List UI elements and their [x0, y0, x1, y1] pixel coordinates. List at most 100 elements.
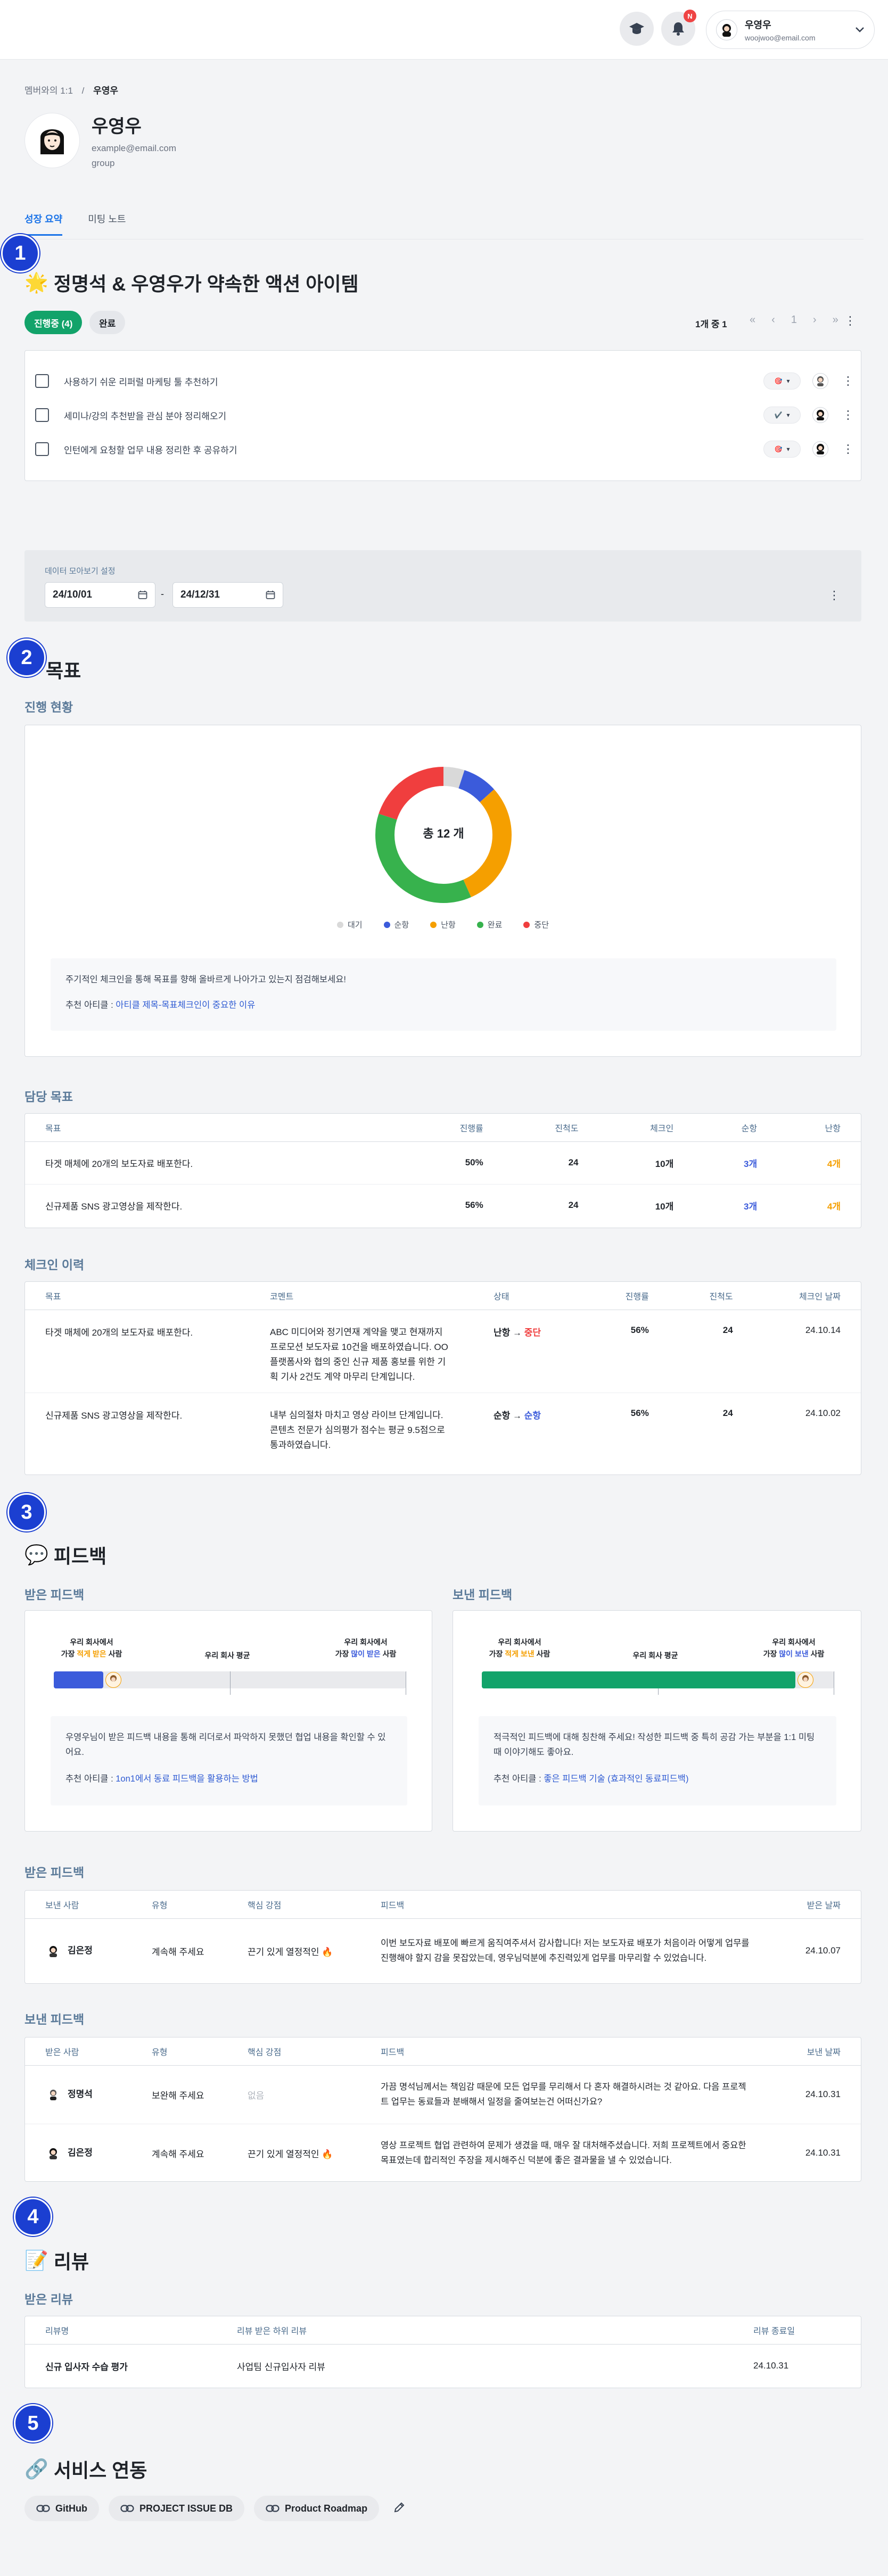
rough-cell: 4개 [827, 1201, 841, 1212]
received-rec-link[interactable]: 1on1에서 동료 피드백을 활용하는 방법 [116, 1774, 258, 1784]
tab-growth-summary[interactable]: 성장 요약 [24, 212, 63, 236]
legend-item: 순항 [383, 919, 409, 930]
action-item-more-menu[interactable]: ⋮ [842, 442, 854, 456]
average-marker [230, 1671, 231, 1695]
avatar-icon [110, 1675, 117, 1682]
col-sent-date: 보낸 날짜 [770, 2037, 861, 2066]
smooth-cell: 3개 [694, 1141, 778, 1185]
legend-label: 대기 [347, 921, 363, 930]
service-project-issue-db[interactable]: PROJECT ISSUE DB [109, 2496, 245, 2521]
table-row[interactable]: 신규제품 SNS 광고영상을 제작한다. 56% 24 10개 3개 4개 [25, 1184, 861, 1227]
strength-cell: 없음 [227, 2065, 360, 2124]
sent-max-suffix: 사람 [808, 1650, 825, 1659]
filter-in-progress-chip[interactable]: 진행중 (4) [24, 311, 83, 334]
pagination-page[interactable]: 1 [791, 314, 797, 326]
table-row[interactable]: 신규제품 SNS 광고영상을 제작한다. 내부 심의절차 마치고 영상 라이브 … [25, 1393, 861, 1476]
score-cell: 24 [568, 1200, 579, 1211]
date-cell: 24.10.31 [805, 2148, 841, 2158]
table-row[interactable]: 정명석 보완해 주세요 없음 가끔 명석님께서는 책임감 때문에 모든 업무를 … [25, 2065, 861, 2124]
action-item-more-menu[interactable]: ⋮ [842, 374, 854, 388]
action-item-checkbox[interactable] [35, 442, 49, 456]
col-review-name: 리뷰명 [25, 2316, 217, 2345]
action-item-checkbox[interactable] [35, 374, 49, 388]
checkins-cell: 10개 [598, 1141, 694, 1185]
avatar-icon [40, 129, 64, 154]
assigned-goals-table: 목표 진행률 진척도 체크인 순항 난항 타겟 매체에 20개의 보도자료 배포… [25, 1114, 861, 1227]
edit-services-button[interactable] [393, 2501, 406, 2516]
col-sub-review: 리뷰 받은 하위 리뷰 [217, 2316, 733, 2345]
avatar-icon [50, 1945, 57, 1957]
user-menu[interactable]: 우영우 woojwoo@email.com [706, 11, 875, 49]
received-min-suffix: 사람 [106, 1650, 122, 1659]
review-table-card: 리뷰명 리뷰 받은 하위 리뷰 리뷰 종료일 신규 입사자 수습 평가 사업팀 … [24, 2316, 861, 2388]
breadcrumb-separator: / [81, 86, 85, 96]
sent-min-prefix: 가장 [489, 1650, 505, 1659]
services-heading: 서비스 연동 [53, 2459, 147, 2481]
chevron-down-icon: ▾ [786, 377, 790, 385]
pagination-next-button[interactable]: › [813, 314, 817, 326]
section-number-badge: 5 [14, 2404, 52, 2442]
legend-item: 대기 [336, 919, 363, 930]
tab-meeting-notes[interactable]: 미팅 노트 [88, 212, 126, 236]
sent-rec-link[interactable]: 좋은 피드백 기술 (효과적인 동료피드백) [544, 1774, 688, 1784]
pagination-last-button[interactable]: » [833, 314, 838, 326]
calendar-icon [266, 591, 275, 599]
legend-label: 난항 [441, 921, 456, 930]
legend-item: 완료 [476, 919, 502, 930]
pagination-first-button[interactable]: « [750, 314, 755, 326]
assignee-avatar[interactable] [812, 407, 828, 423]
table-row[interactable]: 김은정 계속해 주세요 끈기 있게 열정적인 🔥 영상 프로젝트 협업 관련하여… [25, 2124, 861, 2182]
received-tip-text: 우영우님이 받은 피드백 내용을 통해 리더로서 파악하지 못했던 협업 내용을… [65, 1733, 386, 1758]
feedback-cell: 이번 보도자료 배포에 빠르게 움직여주셔서 감사합니다! 저는 보도자료 배포… [381, 1939, 750, 1964]
received-review-title: 받은 리뷰 [24, 2292, 73, 2306]
section-number-badge: 2 [7, 639, 46, 677]
sent-tip-text: 적극적인 피드백에 대해 칭찬해 주세요! 작성한 피드백 중 특히 공감 가는… [494, 1733, 815, 1758]
action-status-select[interactable]: 🎯 ▾ [763, 372, 801, 390]
notification-button[interactable]: N [661, 10, 696, 46]
sent-feedback-card: 우리 회사에서 가장 적게 보낸 사람 우리 회사 평균 우리 회사에서 가장 … [453, 1610, 861, 1832]
pagination-prev-button[interactable]: ‹ [771, 314, 775, 326]
goal-cell: 신규제품 SNS 광고영상을 제작한다. [45, 1410, 183, 1421]
actions-more-menu[interactable]: ⋮ [844, 314, 856, 328]
score-cell: 24 [669, 1310, 753, 1393]
sent-max-label-line1: 우리 회사에서 [772, 1638, 816, 1646]
comment-cell: ABC 미디어와 정기연재 계약을 맺고 현재까지 프로모션 보도자료 10건을… [250, 1310, 473, 1393]
action-item-checkbox[interactable] [35, 408, 49, 422]
col-checkin-date: 체크인 날짜 [753, 1282, 861, 1310]
sent-min-label-line1: 우리 회사에서 [498, 1638, 541, 1646]
profile-header: 우영우 example@email.com group [24, 112, 176, 169]
avatar [45, 2145, 61, 2161]
assignee-avatar[interactable] [812, 441, 828, 457]
review-heading: 리뷰 [53, 2251, 89, 2273]
col-strength: 핵심 강점 [227, 2037, 360, 2066]
start-date-input[interactable]: 24/10/01 [45, 582, 155, 608]
feedback-cell: 영상 프로젝트 협업 관련하여 문제가 생겼을 때, 매우 잘 대처해주셨습니다… [381, 2141, 746, 2166]
target-icon: 🎯 [774, 377, 783, 385]
end-date-input[interactable]: 24/12/31 [172, 582, 283, 608]
table-row[interactable]: 타겟 매체에 20개의 보도자료 배포한다. 50% 24 10개 3개 4개 [25, 1141, 861, 1185]
service-github[interactable]: GitHub [24, 2496, 99, 2521]
action-item-more-menu[interactable]: ⋮ [842, 408, 854, 422]
assignee-avatar[interactable] [812, 373, 828, 389]
action-status-select[interactable]: ✔️ ▾ [763, 407, 801, 424]
filter-done-chip[interactable]: 완료 [89, 311, 126, 334]
academy-button[interactable] [620, 12, 654, 46]
data-view-more-menu[interactable]: ⋮ [828, 589, 840, 602]
action-status-select[interactable]: 🎯 ▾ [763, 441, 801, 458]
service-product-roadmap[interactable]: Product Roadmap [254, 2496, 380, 2521]
service-label: PROJECT ISSUE DB [139, 2503, 233, 2514]
avatar-icon [722, 24, 731, 37]
table-row[interactable]: 타겟 매체에 20개의 보도자료 배포한다. ABC 미디어와 정기연재 계약을… [25, 1310, 861, 1393]
goal-tip-rec-link[interactable]: 아티클 제목-목표체크인이 중요한 이유 [116, 1000, 255, 1010]
profile-avatar [24, 112, 80, 168]
profile-group: group [92, 158, 115, 168]
table-row[interactable]: 신규 입사자 수습 평가 사업팀 신규입사자 리뷰 24.10.31 [25, 2344, 861, 2388]
sent-max-label: 우리 회사에서 가장 많이 보낸 사람 [754, 1636, 833, 1660]
col-score: 진척도 [669, 1282, 753, 1310]
section-number-badge: 4 [14, 2198, 52, 2236]
legend-item: 난항 [430, 919, 456, 930]
comment-cell: 내부 심의절차 마치고 영상 라이브 단계입니다. 콘텐츠 전문가 심의평가 점… [270, 1410, 445, 1450]
feedback-heading: 피드백 [53, 1545, 107, 1567]
breadcrumb-parent[interactable]: 멤버와의 1:1 [24, 86, 73, 96]
table-row[interactable]: 김은정 계속해 주세요 끈기 있게 열정적인 🔥 이번 보도자료 배포에 빠르게… [25, 1918, 861, 1983]
